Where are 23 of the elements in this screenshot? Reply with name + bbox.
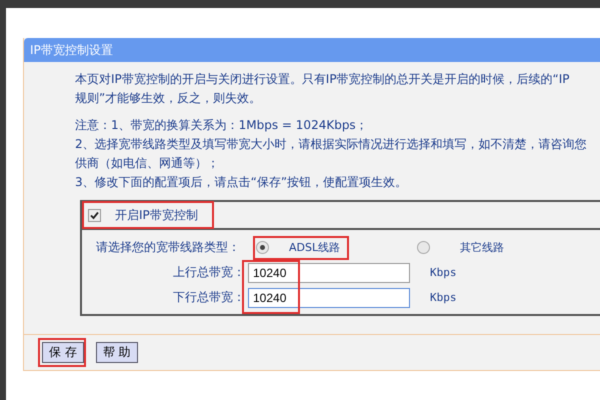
radio-button[interactable]: [256, 240, 269, 254]
input-field[interactable]: 10240: [248, 288, 410, 308]
unit-text: Kbps: [430, 291, 456, 304]
note-text: 注意：1、带宽的换算关系为：1Mbps = 1024Kbps；: [75, 117, 369, 134]
radio-button[interactable]: [417, 240, 430, 254]
intro-text: 规则”才能够生效，反之，则失效。: [75, 90, 262, 107]
unit-text: Kbps: [430, 266, 456, 279]
line-type-label: 请选择您的宽带线路类型：: [96, 238, 241, 256]
note-text: 2、选择宽带线路类型及填写带宽大小时，请根据实际情况进行选择和填写，如不清楚，请咨询您: [75, 136, 588, 153]
note-text: 供商（如电信、网通等）；: [75, 155, 220, 172]
bandwidth-label: 上行总带宽：: [172, 264, 245, 281]
radio-label: ADSL线路: [289, 240, 342, 254]
intro-text: 本页对IP带宽控制的开启与关闭进行设置。只有IP带宽控制的总开关是开启的时候，后续的“IP: [75, 71, 571, 88]
note-text: 3、修改下面的配置项后，请点击“保存”按钮，使配置项生效。: [75, 174, 408, 191]
checkbox[interactable]: [88, 208, 101, 222]
bandwidth-label: 下行总带宽：: [172, 289, 245, 306]
radio-label: 其它线路: [460, 240, 504, 254]
input-field[interactable]: 10240: [248, 262, 410, 282]
save-button[interactable]: 保 存: [42, 342, 84, 363]
checkbox-label: 开启IP带宽控制: [115, 206, 198, 224]
panel-title: IP带宽控制设置: [24, 38, 600, 62]
help-button[interactable]: 帮 助: [96, 342, 138, 363]
highlight-box: [38, 338, 86, 367]
